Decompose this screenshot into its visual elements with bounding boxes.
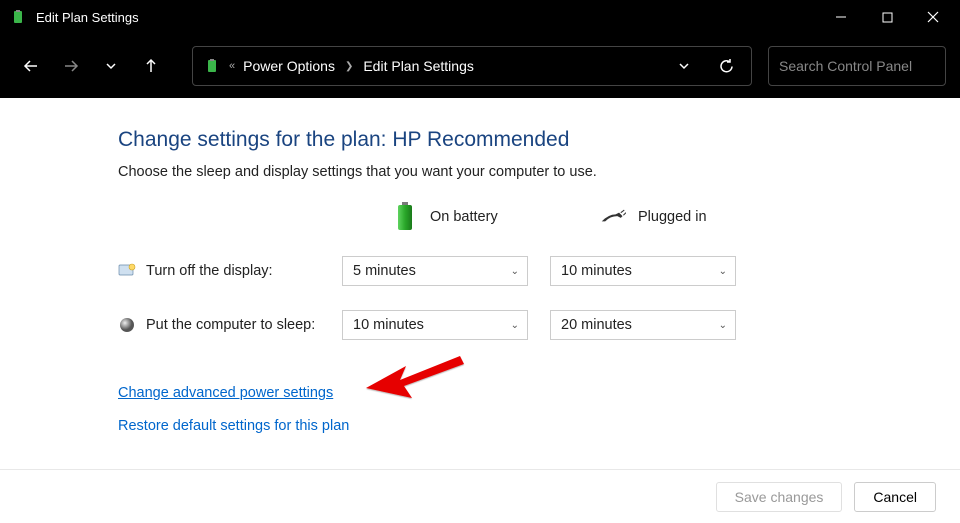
chevron-right-icon: ❯: [345, 61, 353, 72]
sleep-icon: [118, 316, 136, 334]
breadcrumb-prefix: «: [229, 60, 235, 72]
cancel-button[interactable]: Cancel: [854, 482, 936, 512]
restore-defaults-link[interactable]: Restore default settings for this plan: [118, 418, 349, 434]
title-bar: Edit Plan Settings: [0, 0, 960, 34]
address-dropdown-button[interactable]: [667, 49, 701, 83]
breadcrumb-item[interactable]: Edit Plan Settings: [363, 58, 474, 74]
select-value: 20 minutes: [561, 317, 632, 333]
display-battery-select[interactable]: 5 minutes ⌄: [342, 256, 528, 286]
plugged-in-label: Plugged in: [638, 209, 707, 225]
recent-locations-button[interactable]: [94, 49, 128, 83]
battery-icon: [203, 57, 221, 75]
page-heading: Change settings for the plan: HP Recomme…: [118, 128, 920, 152]
select-value: 5 minutes: [353, 263, 416, 279]
refresh-button[interactable]: [709, 49, 743, 83]
advanced-settings-link[interactable]: Change advanced power settings: [118, 385, 333, 401]
breadcrumb-item[interactable]: Power Options: [243, 58, 335, 74]
on-battery-label: On battery: [430, 209, 498, 225]
chevron-down-icon: ⌄: [511, 320, 519, 331]
select-value: 10 minutes: [353, 317, 424, 333]
footer-bar: Save changes Cancel: [0, 469, 960, 523]
app-icon: [10, 9, 26, 25]
plug-icon: [600, 204, 626, 230]
nav-bar: « Power Options ❯ Edit Plan Settings: [0, 34, 960, 98]
chevron-down-icon: ⌄: [719, 320, 727, 331]
sleep-plugged-select[interactable]: 20 minutes ⌄: [550, 310, 736, 340]
forward-button[interactable]: [54, 49, 88, 83]
search-box[interactable]: [768, 46, 946, 86]
save-button[interactable]: Save changes: [716, 482, 843, 512]
back-button[interactable]: [14, 49, 48, 83]
content-area: Change settings for the plan: HP Recomme…: [0, 98, 960, 469]
on-battery-header: On battery: [392, 204, 600, 230]
address-bar[interactable]: « Power Options ❯ Edit Plan Settings: [192, 46, 752, 86]
select-value: 10 minutes: [561, 263, 632, 279]
breadcrumb: Power Options ❯ Edit Plan Settings: [243, 58, 659, 74]
sleep-battery-select[interactable]: 10 minutes ⌄: [342, 310, 528, 340]
sleep-timeout-label: Put the computer to sleep:: [146, 317, 342, 333]
chevron-down-icon: ⌄: [511, 266, 519, 277]
close-button[interactable]: [910, 0, 956, 34]
battery-icon: [392, 204, 418, 230]
up-button[interactable]: [134, 49, 168, 83]
display-timeout-label: Turn off the display:: [146, 263, 342, 279]
display-plugged-select[interactable]: 10 minutes ⌄: [550, 256, 736, 286]
display-timeout-row: Turn off the display: 5 minutes ⌄ 10 min…: [118, 256, 920, 286]
plugged-in-header: Plugged in: [600, 204, 808, 230]
maximize-button[interactable]: [864, 0, 910, 34]
display-icon: [118, 262, 136, 280]
window-title: Edit Plan Settings: [36, 10, 818, 25]
column-headers: On battery Plugged in: [118, 204, 920, 230]
chevron-down-icon: ⌄: [719, 266, 727, 277]
search-input[interactable]: [779, 58, 960, 74]
page-subheading: Choose the sleep and display settings th…: [118, 164, 920, 180]
sleep-timeout-row: Put the computer to sleep: 10 minutes ⌄ …: [118, 310, 920, 340]
minimize-button[interactable]: [818, 0, 864, 34]
